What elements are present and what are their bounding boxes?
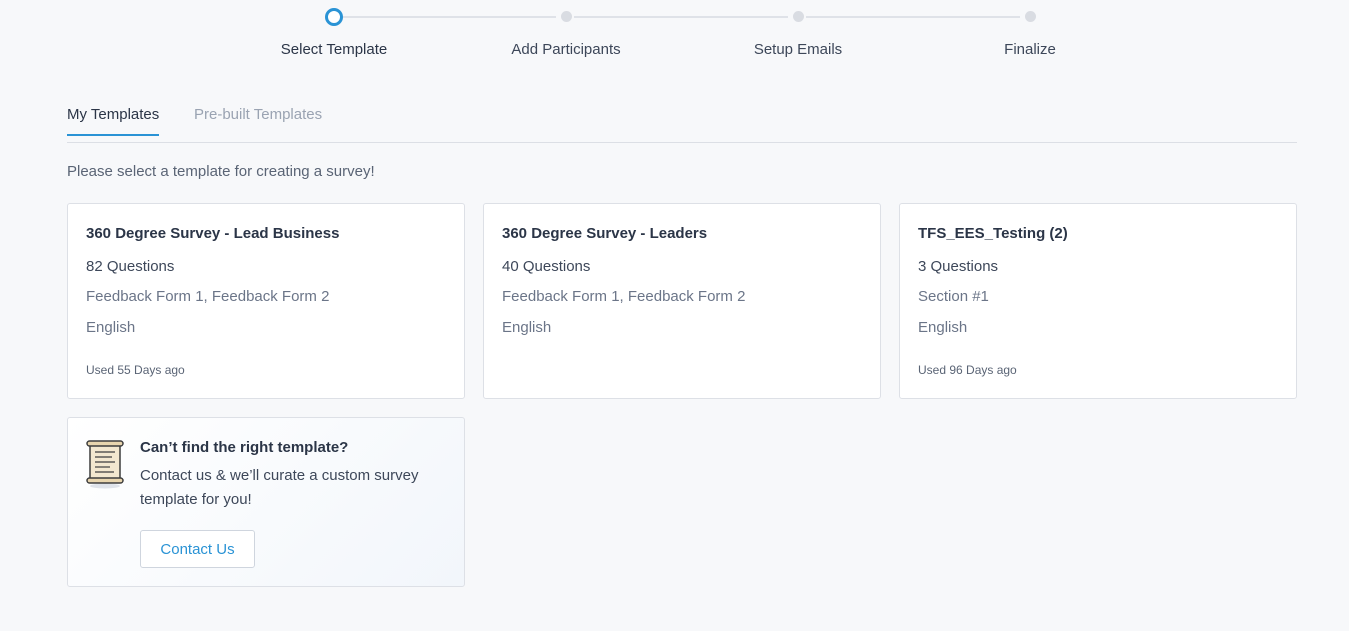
tab-prebuilt-templates[interactable]: Pre-built Templates: [194, 106, 322, 134]
template-language: English: [918, 319, 968, 336]
template-title: 360 Degree Survey - Lead Business: [86, 225, 340, 242]
custom-template-help-card: Can’t find the right template? Contact u…: [67, 417, 465, 587]
template-question-count: 82 Questions: [86, 258, 175, 275]
template-forms: Feedback Form 1, Feedback Form 2: [502, 288, 746, 305]
step-label-finalize: Finalize: [1004, 41, 1056, 58]
contact-us-button[interactable]: Contact Us: [140, 530, 255, 568]
step-indicator-select-template: [325, 8, 343, 26]
template-forms: Feedback Form 1, Feedback Form 2: [86, 288, 330, 305]
step-label-select-template: Select Template: [280, 41, 388, 58]
template-tabs: My Templates Pre-built Templates: [67, 98, 1297, 143]
step-connector: [574, 16, 788, 18]
help-title: Can’t find the right template?: [140, 439, 349, 456]
step-label-add-participants: Add Participants: [511, 41, 621, 58]
template-card[interactable]: 360 Degree Survey - Lead Business 82 Que…: [67, 203, 465, 399]
step-indicator-finalize: [1025, 11, 1036, 22]
template-forms: Section #1: [918, 288, 989, 305]
step-indicator-setup-emails: [793, 11, 804, 22]
tab-my-templates[interactable]: My Templates: [67, 106, 160, 136]
template-question-count: 40 Questions: [502, 258, 591, 275]
help-text: Contact us & we’ll curate a custom surve…: [140, 467, 419, 508]
template-question-count: 3 Questions: [918, 258, 999, 275]
step-label-setup-emails: Setup Emails: [753, 41, 843, 58]
template-card[interactable]: 360 Degree Survey - Leaders 40 Questions…: [483, 203, 881, 399]
template-language: English: [502, 319, 552, 336]
step-connector: [806, 16, 1020, 18]
template-title: 360 Degree Survey - Leaders: [502, 225, 708, 242]
template-language: English: [86, 319, 136, 336]
progress-stepper: Select Template Add Participants Setup E…: [0, 0, 1349, 70]
instruction-text: Please select a template for creating a …: [67, 163, 375, 180]
scroll-icon: [86, 440, 124, 489]
step-indicator-add-participants: [561, 11, 572, 22]
template-last-used: Used 96 Days ago: [918, 363, 1017, 377]
template-last-used: Used 55 Days ago: [86, 363, 185, 377]
step-connector: [342, 16, 556, 18]
template-card[interactable]: TFS_EES_Testing (2) 3 Questions Section …: [899, 203, 1297, 399]
template-title: TFS_EES_Testing (2): [918, 225, 1068, 242]
